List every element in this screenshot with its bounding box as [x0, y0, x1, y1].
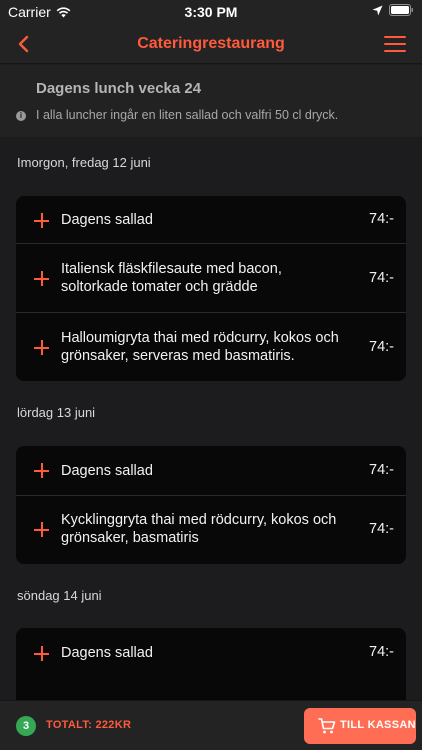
hamburger-menu-icon[interactable] [384, 36, 406, 52]
info-icon: i [16, 111, 26, 121]
cart-count-badge: 3 [16, 716, 36, 736]
cart-icon [318, 718, 336, 734]
menu-item-price: 74:- [369, 462, 394, 478]
menu-item-name: Kycklinggryta thai med rödcurry, kokos o… [61, 512, 337, 546]
day-label: söndag 14 juni [17, 588, 102, 603]
section-heading: Dagens lunch vecka 24 [36, 80, 202, 97]
day-label: lördag 13 juni [17, 405, 96, 420]
battery-icon [389, 4, 413, 16]
lunch-info-panel: Dagens lunch vecka 24 i I alla luncher i… [0, 65, 422, 137]
add-plus-icon[interactable] [34, 271, 49, 286]
page-title: Cateringrestaurang [137, 35, 285, 52]
add-plus-icon[interactable] [34, 463, 49, 478]
status-bar: Carrier 3:30 PM [0, 0, 422, 24]
info-note: I alla luncher ingår en liten sallad och… [36, 108, 339, 122]
add-plus-icon[interactable] [34, 213, 49, 228]
add-plus-icon[interactable] [34, 522, 49, 537]
clock: 3:30 PM [184, 4, 238, 20]
location-icon [372, 5, 383, 15]
menu-item[interactable]: Dagens sallad 74:- [16, 446, 406, 496]
menu-item-price: 74:- [369, 270, 394, 286]
checkout-button[interactable]: TILL KASSAN [304, 708, 416, 744]
menu-item[interactable]: Dagens sallad 74:- [16, 628, 406, 678]
menu-item-price: 74:- [369, 211, 394, 227]
menu-item[interactable]: Dagens sallad 74:- [16, 196, 406, 244]
menu-item-price: 74:- [369, 521, 394, 537]
menu-item[interactable]: Halloumigryta thai med rödcurry, kokos o… [16, 313, 406, 381]
menu-item-name: Dagens sallad [61, 212, 153, 228]
menu-card: Dagens sallad 74:- Kycklinggryta thai me… [16, 446, 406, 564]
menu-item-price: 74:- [369, 339, 394, 355]
menu-item-name: Dagens sallad [61, 463, 153, 479]
menu-item-price: 74:- [369, 644, 394, 660]
cart-total: TOTALT: 222KR [46, 719, 132, 731]
navigation-bar: Cateringrestaurang [0, 24, 422, 64]
add-plus-icon[interactable] [34, 340, 49, 355]
menu-item-name: Halloumigryta thai med rödcurry, kokos o… [61, 330, 339, 364]
menu-item[interactable]: Kycklinggryta thai med rödcurry, kokos o… [16, 496, 406, 564]
day-label: Imorgon, fredag 12 juni [17, 155, 151, 170]
menu-card: Dagens sallad 74:- Italiensk fläskfilesa… [16, 196, 406, 381]
checkout-label: TILL KASSAN [340, 719, 416, 731]
add-plus-icon[interactable] [34, 646, 49, 661]
menu-item-name: Dagens sallad [61, 645, 153, 661]
cart-bar: 3 TOTALT: 222KR TILL KASSAN [0, 700, 422, 750]
menu-item[interactable]: Italiensk fläskfilesaute med bacon, solt… [16, 244, 406, 313]
menu-item-name: Italiensk fläskfilesaute med bacon, solt… [61, 261, 282, 295]
